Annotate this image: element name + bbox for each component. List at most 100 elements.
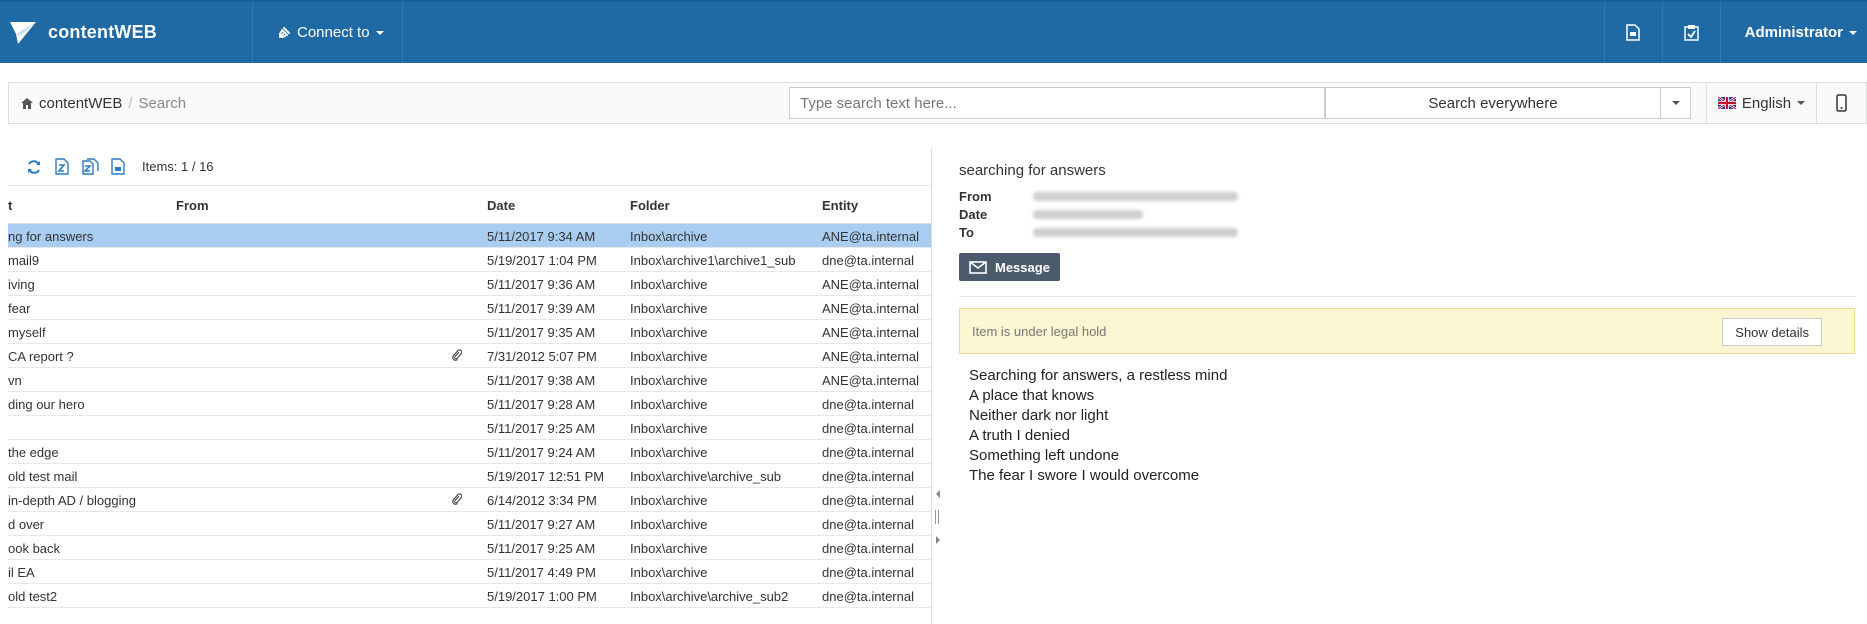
refresh-button[interactable] xyxy=(20,153,48,181)
from-label: From xyxy=(959,188,992,204)
export-file-button[interactable] xyxy=(104,153,132,181)
export-multiple-zip-button[interactable] xyxy=(76,153,104,181)
row-subject: old test2 xyxy=(8,589,58,604)
row-entity: dne@ta.internal xyxy=(822,565,914,580)
row-entity: dne@ta.internal xyxy=(822,589,914,604)
row-folder: Inbox\archive xyxy=(630,541,708,556)
row-subject: in-depth AD / blogging xyxy=(8,493,136,508)
column-entity[interactable]: Entity xyxy=(822,198,931,213)
row-folder: Inbox\archive1\archive1_sub xyxy=(630,253,796,268)
table-row[interactable]: CA report ?@gmail.com>7/31/2012 5:07 PMI… xyxy=(8,344,931,368)
search-scope-button[interactable]: Search everywhere xyxy=(1325,87,1661,119)
connect-to-menu[interactable]: Connect to xyxy=(253,2,403,63)
column-from[interactable]: From xyxy=(176,198,476,213)
row-date: 6/14/2012 3:34 PM xyxy=(487,493,597,508)
chevron-down-icon xyxy=(375,30,384,35)
row-folder: Inbox\archive xyxy=(630,229,708,244)
column-subject[interactable]: t xyxy=(8,198,168,213)
message-button[interactable]: Message xyxy=(959,253,1060,281)
language-selector[interactable]: English xyxy=(1706,83,1816,123)
row-date: 5/11/2017 9:39 AM xyxy=(487,301,596,316)
user-menu[interactable]: Administrator xyxy=(1719,2,1867,63)
table-row[interactable]: <dne@ta.internal>5/11/2017 9:25 AMInbox\… xyxy=(8,416,931,440)
export-zip-button[interactable] xyxy=(48,153,76,181)
to-label: To xyxy=(959,224,974,240)
row-date: 5/11/2017 9:25 AM xyxy=(487,421,596,436)
row-entity: dne@ta.internal xyxy=(822,517,914,532)
table-row[interactable]: old test mail<dne@ta.internal>5/19/2017 … xyxy=(8,464,931,488)
user-name: Administrator xyxy=(1744,24,1843,41)
row-folder: Inbox\archive xyxy=(630,373,708,388)
table-row[interactable]: in-depth AD / bloggingid.lum@nwea.org>6/… xyxy=(8,488,931,512)
row-subject: myself xyxy=(8,325,46,340)
zip-file-icon xyxy=(55,158,69,175)
breadcrumb-home[interactable]: contentWEB xyxy=(39,95,122,112)
pane-splitter[interactable] xyxy=(932,490,944,550)
table-row[interactable]: myself<ANE@ta.internal>5/11/2017 9:35 AM… xyxy=(8,320,931,344)
column-date[interactable]: Date xyxy=(487,198,627,213)
paperclip-icon xyxy=(452,349,463,361)
table-row[interactable]: mail9@ta.internal>5/19/2017 1:04 PMInbox… xyxy=(8,248,931,272)
brand-name: contentWEB xyxy=(48,22,157,42)
message-button-label: Message xyxy=(995,259,1050,275)
row-entity: ANE@ta.internal xyxy=(822,301,920,316)
search-scope-dropdown[interactable] xyxy=(1661,87,1691,119)
search-bar: contentWEB / Search Search everywhere En… xyxy=(8,82,1867,124)
row-entity: dne@ta.internal xyxy=(822,421,914,436)
row-entity: ANE@ta.internal xyxy=(822,229,920,244)
row-entity: dne@ta.internal xyxy=(822,253,914,268)
envelope-icon xyxy=(969,260,987,274)
row-subject: mail9 xyxy=(8,253,40,268)
row-date: 5/19/2017 1:04 PM xyxy=(487,253,597,268)
table-row[interactable]: il EA<dne@ta.internal>5/11/2017 4:49 PMI… xyxy=(8,560,931,584)
row-folder: Inbox\archive xyxy=(630,445,708,460)
attachment-indicator xyxy=(452,349,466,364)
table-row[interactable]: fear<ANE@ta.internal>5/11/2017 9:39 AMIn… xyxy=(8,296,931,320)
date-row: Date xyxy=(959,205,1867,223)
table-row[interactable]: vn<ANE@ta.internal>5/11/2017 9:38 AMInbo… xyxy=(8,368,931,392)
table-row[interactable]: ook back<dne@ta.internal>5/11/2017 9:25 … xyxy=(8,536,931,560)
row-subject: CA report ? xyxy=(8,349,74,364)
search-input[interactable] xyxy=(789,87,1325,119)
multi-zip-file-icon xyxy=(81,158,99,175)
table-row[interactable]: iving<ANE@ta.internal>5/11/2017 9:36 AMI… xyxy=(8,272,931,296)
table-row[interactable]: ng for answers<ANE@ta.internal>5/11/2017… xyxy=(8,224,931,248)
paperclip-icon xyxy=(452,493,463,505)
column-folder[interactable]: Folder xyxy=(630,198,820,213)
chevron-down-icon xyxy=(1797,101,1806,105)
body-line: A place that knows xyxy=(969,387,1095,404)
row-entity: dne@ta.internal xyxy=(822,397,914,412)
search-scope-label: Search everywhere xyxy=(1428,94,1558,112)
document-icon xyxy=(111,158,125,175)
row-folder: Inbox\archive xyxy=(630,397,708,412)
uk-flag-icon xyxy=(1717,97,1736,109)
row-entity: dne@ta.internal xyxy=(822,541,914,556)
date-value-redacted xyxy=(1033,209,1143,219)
table-row[interactable]: the edge<dne@ta.internal>5/11/2017 9:24 … xyxy=(8,440,931,464)
show-details-button[interactable]: Show details xyxy=(1722,318,1822,346)
refresh-icon xyxy=(28,159,40,174)
row-subject: ng for answers xyxy=(8,229,94,244)
row-entity: ANE@ta.internal xyxy=(822,349,920,364)
body-line: A truth I denied xyxy=(969,427,1070,444)
body-line: Something left undone xyxy=(969,447,1120,464)
table-row[interactable]: d over<dne@ta.internal>5/11/2017 9:27 AM… xyxy=(8,512,931,536)
date-label: Date xyxy=(959,206,988,222)
row-folder: Inbox\archive xyxy=(630,493,708,508)
document-button[interactable] xyxy=(1603,2,1662,63)
row-subject: ding our hero xyxy=(8,397,85,412)
attachment-indicator xyxy=(452,493,466,508)
tasks-button[interactable] xyxy=(1661,2,1720,63)
table-row[interactable]: ding our hero<dne@ta.internal>5/11/2017 … xyxy=(8,392,931,416)
row-entity: ANE@ta.internal xyxy=(822,325,920,340)
language-label: English xyxy=(1741,94,1792,112)
brand[interactable]: contentWEB xyxy=(0,2,253,63)
breadcrumb-current: Search xyxy=(138,94,187,112)
plug-icon xyxy=(279,26,290,38)
from-value-redacted xyxy=(1033,191,1238,201)
row-folder: Inbox\archive xyxy=(630,277,708,292)
row-date: 5/11/2017 9:36 AM xyxy=(487,277,596,292)
results-toolbar: Items: 1 / 16 xyxy=(8,148,931,186)
mobile-view-button[interactable] xyxy=(1816,83,1866,123)
table-row[interactable]: old test2<dne@ta.internal>5/19/2017 1:00… xyxy=(8,584,931,608)
